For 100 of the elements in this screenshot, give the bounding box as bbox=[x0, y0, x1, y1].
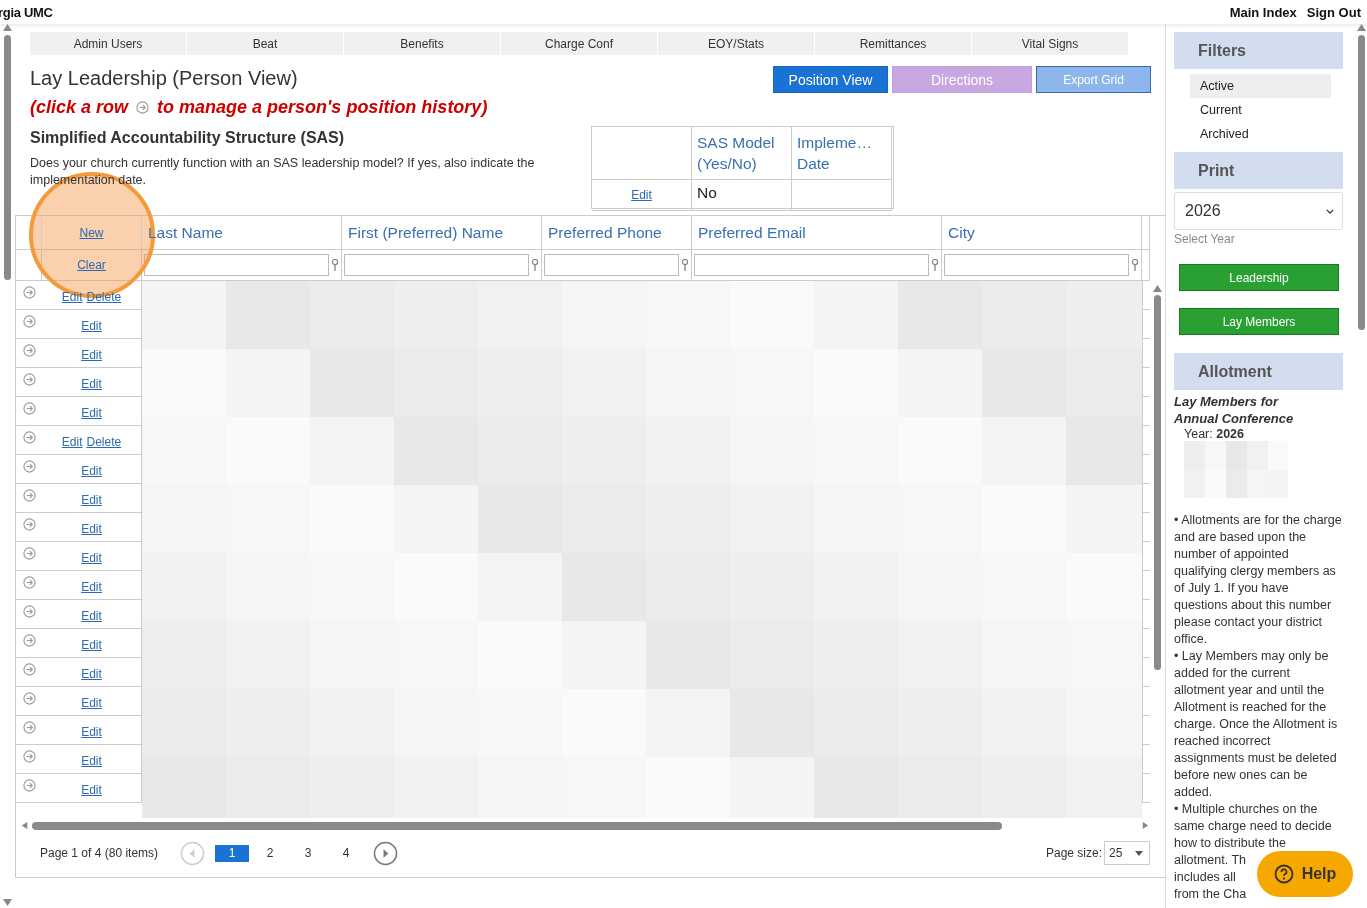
nav-tab[interactable]: Vital Signs bbox=[972, 32, 1128, 55]
arrow-circle-icon[interactable] bbox=[22, 692, 36, 705]
new-link[interactable]: New bbox=[79, 225, 104, 240]
nav-tab[interactable]: Beat bbox=[187, 32, 343, 55]
filter-icon[interactable] bbox=[531, 259, 539, 271]
edit-link[interactable]: Edit bbox=[81, 319, 102, 338]
arrow-circle-icon[interactable] bbox=[22, 286, 36, 299]
nav-tab[interactable]: Benefits bbox=[344, 32, 500, 55]
action-button[interactable]: Position View bbox=[773, 66, 888, 93]
filter-icon[interactable] bbox=[1131, 259, 1139, 271]
scrollbar-thumb[interactable] bbox=[1154, 295, 1161, 670]
edit-link[interactable]: Edit bbox=[81, 377, 102, 396]
scroll-right-icon[interactable] bbox=[1141, 822, 1150, 829]
scrollbar-thumb[interactable] bbox=[32, 821, 1002, 830]
edit-link[interactable]: Edit bbox=[81, 754, 102, 773]
help-button[interactable]: Help bbox=[1257, 851, 1353, 897]
arrow-circle-icon[interactable] bbox=[22, 344, 36, 357]
scroll-left-icon[interactable] bbox=[20, 822, 29, 829]
column-header[interactable]: City bbox=[942, 216, 1142, 249]
hint-text: to manage a person's position history) bbox=[157, 97, 488, 118]
filter-field[interactable] bbox=[344, 254, 529, 276]
filter-icon[interactable] bbox=[331, 259, 339, 271]
arrow-circle-icon[interactable] bbox=[22, 576, 36, 589]
delete-link[interactable]: Delete bbox=[86, 435, 122, 454]
nav-link[interactable]: Main Index bbox=[1229, 4, 1297, 20]
arrow-circle-icon[interactable] bbox=[22, 663, 36, 676]
note-text: • Lay Members may only be added for the current allotment year and until the Allotment is reached for the charge. Once the Allotment is reached incorrect assignments must be deleted before new ones can be added. bbox=[1174, 648, 1339, 801]
note-text: from the Cha bbox=[1174, 886, 1247, 903]
year-select[interactable]: 2026 bbox=[1174, 192, 1343, 230]
filter-field[interactable] bbox=[944, 254, 1129, 276]
page-size-select[interactable]: 25 bbox=[1104, 841, 1150, 865]
column-header: SAS Model (Yes/No) bbox=[692, 127, 792, 180]
edit-link[interactable]: Edit bbox=[631, 185, 652, 206]
arrow-circle-icon[interactable] bbox=[22, 518, 36, 531]
edit-link[interactable]: Edit bbox=[61, 435, 83, 454]
arrow-circle-icon[interactable] bbox=[22, 489, 36, 502]
filter-item[interactable]: Archived bbox=[1190, 122, 1331, 146]
column-header[interactable]: Preferred Email bbox=[692, 216, 942, 249]
scrollbar-thumb[interactable] bbox=[4, 35, 11, 280]
arrow-circle-icon[interactable] bbox=[22, 547, 36, 560]
edit-link[interactable]: Edit bbox=[81, 464, 102, 483]
print-button[interactable]: Lay Members bbox=[1179, 308, 1339, 335]
note-text: • Multiple churches on the bbox=[1174, 801, 1318, 818]
arrow-circle-icon[interactable] bbox=[22, 779, 36, 792]
edit-link[interactable]: Edit bbox=[81, 406, 102, 425]
filter-item[interactable]: Active bbox=[1190, 74, 1331, 98]
nav-tab[interactable]: Charge Conf bbox=[501, 32, 657, 55]
edit-link[interactable]: Edit bbox=[81, 725, 102, 744]
filter-icon[interactable] bbox=[931, 259, 939, 271]
edit-link[interactable]: Edit bbox=[81, 696, 102, 715]
next-page-icon[interactable] bbox=[373, 840, 399, 866]
scroll-up-icon[interactable] bbox=[3, 24, 12, 31]
column-header[interactable]: First (Preferred) Name bbox=[342, 216, 542, 249]
print-button[interactable]: Leadership bbox=[1179, 264, 1339, 291]
edit-link[interactable]: Edit bbox=[81, 638, 102, 657]
edit-link[interactable]: Edit bbox=[81, 580, 102, 599]
nav-tab[interactable]: EOY/Stats bbox=[658, 32, 814, 55]
edit-link[interactable]: Edit bbox=[81, 551, 102, 570]
arrow-circle-icon[interactable] bbox=[22, 605, 36, 618]
edit-link[interactable]: Edit bbox=[81, 493, 102, 512]
section-subtitle: Lay Members for Annual Conference bbox=[1174, 393, 1295, 427]
arrow-circle-icon[interactable] bbox=[22, 402, 36, 415]
previous-page-icon[interactable] bbox=[180, 840, 206, 866]
clear-link[interactable]: Clear bbox=[77, 258, 106, 272]
edit-link[interactable]: Edit bbox=[81, 522, 102, 541]
scroll-up-icon[interactable] bbox=[1153, 285, 1162, 292]
page-button[interactable]: 2 bbox=[253, 844, 288, 862]
scroll-up-icon[interactable] bbox=[1356, 24, 1366, 31]
arrow-circle-icon[interactable] bbox=[22, 750, 36, 763]
arrow-circle-icon bbox=[136, 101, 150, 114]
scroll-down-icon[interactable] bbox=[3, 899, 12, 906]
nav-tab[interactable]: Admin Users bbox=[30, 32, 186, 55]
chevron-down-icon bbox=[1326, 208, 1334, 214]
arrow-circle-icon[interactable] bbox=[22, 315, 36, 328]
filter-field[interactable] bbox=[144, 254, 329, 276]
note-text: how to distribute the bbox=[1174, 835, 1286, 852]
column-header[interactable]: Preferred Phone bbox=[542, 216, 692, 249]
filter-icon[interactable] bbox=[681, 259, 689, 271]
filter-item[interactable]: Current bbox=[1190, 98, 1331, 122]
arrow-circle-icon[interactable] bbox=[22, 373, 36, 386]
filter-field[interactable] bbox=[694, 254, 929, 276]
edit-link[interactable]: Edit bbox=[81, 348, 102, 367]
arrow-circle-icon[interactable] bbox=[22, 634, 36, 647]
edit-link[interactable]: Edit bbox=[81, 667, 102, 686]
nav-link[interactable]: Sign Out bbox=[1306, 4, 1361, 20]
arrow-circle-icon[interactable] bbox=[22, 721, 36, 734]
page-button[interactable]: 1 bbox=[215, 844, 250, 862]
page-button[interactable]: 3 bbox=[291, 844, 326, 862]
panel-header: Allotment bbox=[1174, 353, 1343, 390]
edit-link[interactable]: Edit bbox=[81, 609, 102, 628]
page-button[interactable]: 4 bbox=[329, 844, 364, 862]
edit-link[interactable]: Edit bbox=[81, 783, 102, 802]
filter-field[interactable] bbox=[544, 254, 679, 276]
scrollbar-thumb[interactable] bbox=[1357, 35, 1365, 330]
arrow-circle-icon[interactable] bbox=[22, 460, 36, 473]
arrow-circle-icon[interactable] bbox=[22, 431, 36, 444]
panel-header: Print bbox=[1174, 152, 1343, 189]
edit-link[interactable]: Edit bbox=[61, 290, 83, 309]
nav-tab[interactable]: Remittances bbox=[815, 32, 971, 55]
note-text: allotment. Th bbox=[1174, 852, 1247, 869]
